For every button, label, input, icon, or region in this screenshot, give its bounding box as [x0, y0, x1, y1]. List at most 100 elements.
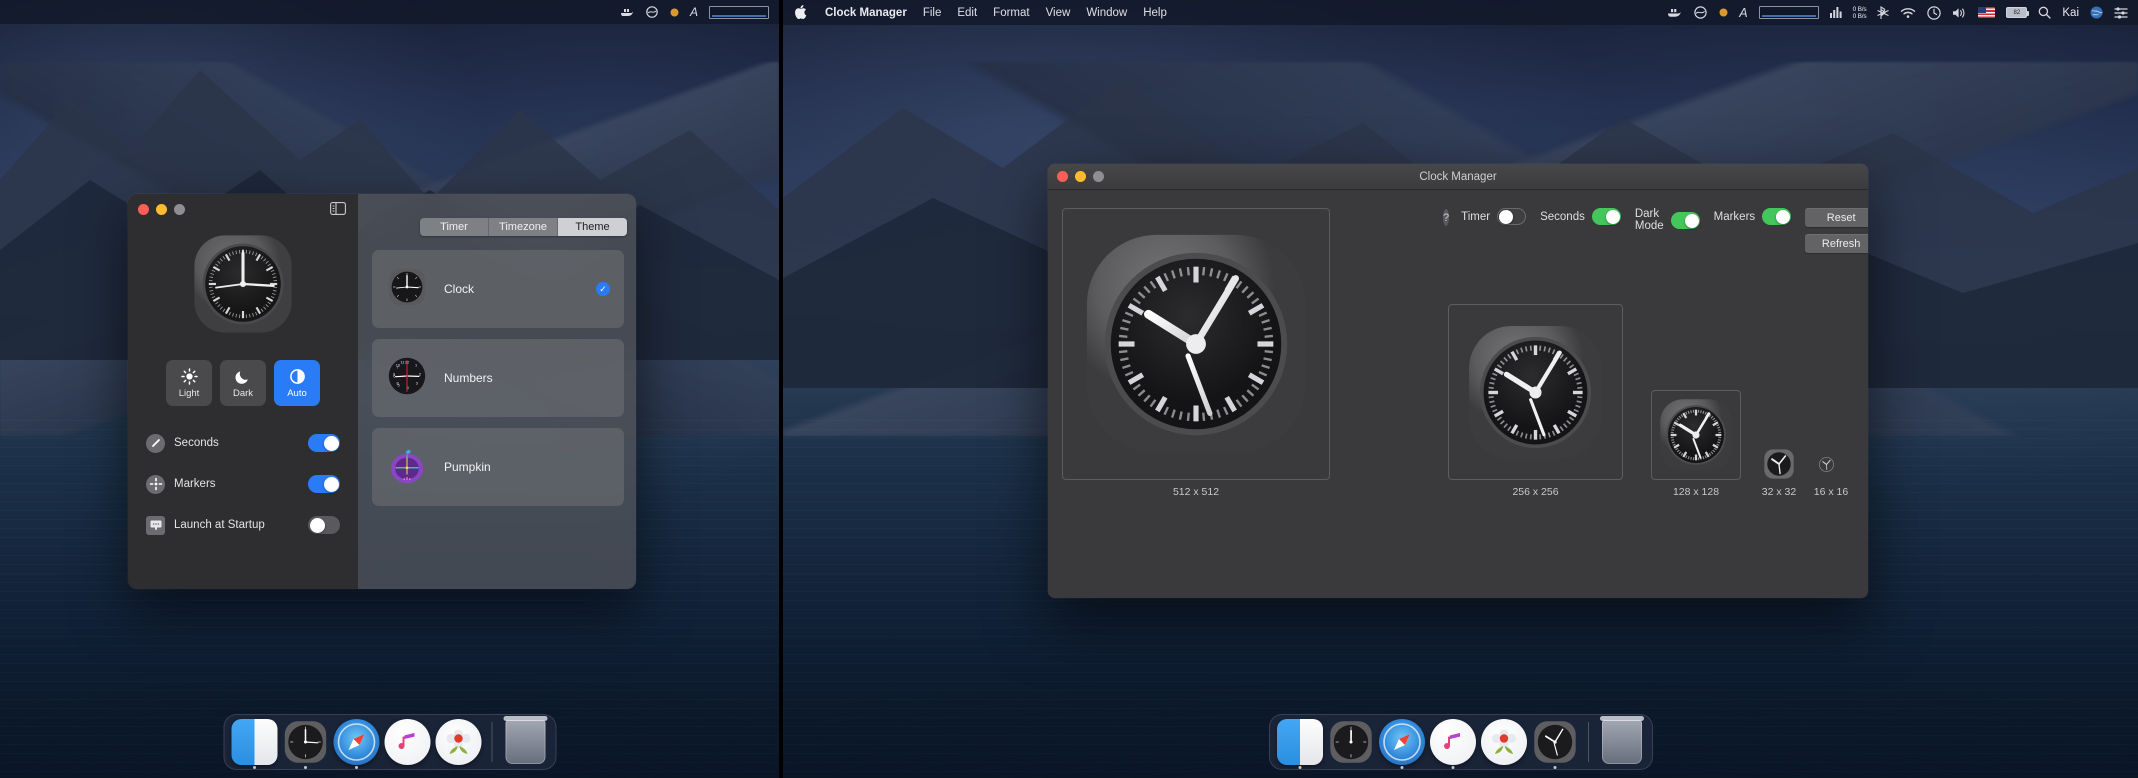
appearance-mode-group[interactable]: Light Dark Auto	[128, 360, 358, 406]
preview-512[interactable]	[1062, 208, 1330, 480]
apple-menu-icon[interactable]	[795, 4, 807, 21]
dock-item-safari[interactable]	[333, 719, 379, 769]
network-rate-icon[interactable]: 0 B/s 0 B/s	[1853, 6, 1867, 20]
search-icon[interactable]	[2038, 6, 2052, 19]
window-traffic-lights[interactable]	[138, 203, 185, 215]
sidebar-toggle-icon[interactable]	[330, 202, 346, 215]
flag-icon[interactable]	[1978, 7, 1996, 18]
dock-item-clock[interactable]	[282, 719, 328, 769]
menu-window[interactable]: Window	[1086, 7, 1127, 19]
dock-item-photos[interactable]	[435, 719, 481, 765]
menu-help[interactable]: Help	[1143, 7, 1167, 19]
toggle-group-dark-mode[interactable]: Dark Mode	[1635, 208, 1700, 232]
help-button[interactable]: ?	[1443, 209, 1450, 226]
menu-file[interactable]: File	[923, 7, 942, 19]
preferences-window[interactable]: Light Dark Auto Seconds Markers Launch a…	[128, 194, 636, 589]
orange-dot-icon[interactable]	[1719, 8, 1728, 17]
dock-item-music[interactable]	[1429, 719, 1476, 769]
orange-dot-icon[interactable]	[670, 8, 679, 17]
markers-icon	[146, 474, 165, 494]
theme-item-clock[interactable]: Clock ✓	[372, 250, 624, 328]
text-input-A-icon[interactable]: A	[1739, 6, 1747, 20]
toggle-group-markers[interactable]: Markers	[1714, 208, 1792, 225]
globe-icon[interactable]	[2090, 6, 2103, 19]
clock-manager-window[interactable]: Clock Manager ? Timer Seconds Dark Mode …	[1048, 164, 1868, 598]
clock-manager-toolbar[interactable]: ? Timer Seconds Dark Mode Markers Reset …	[1443, 208, 1868, 253]
dock-item-finder[interactable]	[231, 719, 277, 769]
menubar-status-items[interactable]: A 0 B/s 0 B/s 82 Kai	[1667, 6, 2138, 20]
clock-manager-actions[interactable]: Reset Refresh	[1805, 208, 1868, 253]
close-button[interactable]	[138, 203, 149, 215]
toggle-markers[interactable]	[308, 475, 340, 493]
battery-icon[interactable]: 82	[2006, 7, 2030, 18]
menubar-right-screen[interactable]: Clock Manager File Edit Format View Wind…	[783, 0, 2138, 25]
dock-item-clock-manager[interactable]	[1532, 719, 1578, 769]
dock-item-finder[interactable]	[1276, 719, 1323, 769]
clock-render-32	[1764, 449, 1794, 479]
toggle-group-seconds[interactable]: Seconds	[1540, 208, 1621, 225]
menubar-left-screen[interactable]: A	[0, 0, 779, 24]
tab-timer[interactable]: Timer	[420, 218, 489, 236]
tab-bar[interactable]: Timer Timezone Theme	[420, 218, 627, 236]
bluetooth-icon[interactable]	[1877, 5, 1890, 20]
dock-item-trash[interactable]	[502, 716, 548, 765]
toggle-markers[interactable]	[1762, 208, 1792, 225]
appearance-option-auto[interactable]: Auto	[274, 360, 320, 406]
dual-screen-desktop: A Light Dark Auto Seconds Markers Launch…	[0, 0, 2138, 778]
docker-icon[interactable]	[620, 7, 634, 18]
toggle-group-timer[interactable]: Timer	[1461, 208, 1527, 225]
wifi-icon[interactable]	[1900, 7, 1916, 19]
cloud-sync-icon[interactable]	[1693, 6, 1708, 19]
refresh-button[interactable]: Refresh	[1805, 234, 1868, 253]
audio-meter-icon[interactable]	[1829, 6, 1842, 19]
menubar-app-menus[interactable]: Clock Manager File Edit Format View Wind…	[783, 4, 1167, 21]
menu-edit[interactable]: Edit	[957, 7, 977, 19]
menu-format[interactable]: Format	[993, 7, 1029, 19]
clock-render-16	[1819, 457, 1834, 472]
maximize-button[interactable]	[174, 203, 185, 215]
reset-button[interactable]: Reset	[1805, 208, 1868, 227]
theme-item-pumpkin[interactable]: Pumpkin	[372, 428, 624, 506]
volume-icon[interactable]	[1952, 7, 1967, 19]
time-machine-icon[interactable]	[1927, 5, 1942, 20]
toggle-launch-at-startup[interactable]	[308, 516, 340, 534]
minimize-button[interactable]	[156, 203, 167, 215]
switch-row-markers[interactable]: Markers	[146, 469, 340, 499]
text-input-A-icon[interactable]: A	[690, 5, 698, 19]
svg-text:3: 3	[416, 381, 418, 385]
svg-text:1: 1	[415, 363, 417, 367]
dock-item-trash[interactable]	[1599, 716, 1645, 765]
preview-16[interactable]	[1818, 456, 1835, 473]
tab-timezone[interactable]: Timezone	[489, 218, 558, 236]
appearance-option-dark[interactable]: Dark	[220, 360, 266, 406]
control-center-icon[interactable]	[2114, 6, 2128, 19]
dock-item-music[interactable]	[384, 719, 430, 765]
switch-row-seconds[interactable]: Seconds	[146, 428, 340, 458]
dock-left-screen[interactable]	[223, 714, 556, 770]
tab-theme[interactable]: Theme	[558, 218, 627, 236]
menu-app-name[interactable]: Clock Manager	[825, 7, 907, 19]
toggle-seconds[interactable]	[308, 434, 340, 452]
dock-right-screen[interactable]	[1268, 714, 1653, 770]
cloud-sync-icon[interactable]	[645, 6, 659, 18]
toggle-dark-mode[interactable]	[1670, 211, 1700, 229]
appearance-option-light[interactable]: Light	[166, 360, 212, 406]
dock-item-photos[interactable]	[1480, 719, 1527, 765]
user-name[interactable]: Kai	[2062, 7, 2079, 19]
dock-item-safari[interactable]	[1378, 719, 1425, 769]
network-box-icon[interactable]	[1758, 6, 1819, 19]
switch-row-launch-at-startup[interactable]: Launch at Startup	[146, 510, 340, 540]
toggle-timer[interactable]	[1497, 208, 1527, 225]
docker-icon[interactable]	[1667, 7, 1682, 19]
dock-item-clock[interactable]	[1328, 719, 1374, 765]
preview-32[interactable]	[1763, 448, 1795, 480]
menu-view[interactable]: View	[1046, 7, 1071, 19]
preview-128[interactable]	[1651, 390, 1741, 480]
theme-item-numbers[interactable]: 1212 345 67 111098 Nu	[372, 339, 624, 417]
prefs-titlebar[interactable]	[128, 194, 358, 224]
network-box-icon[interactable]	[709, 5, 769, 19]
clock-manager-titlebar[interactable]: Clock Manager	[1048, 164, 1868, 190]
toggle-seconds[interactable]	[1591, 208, 1621, 225]
preview-256[interactable]	[1448, 304, 1623, 480]
prefs-switch-list: Seconds Markers Launch at Startup	[128, 428, 358, 540]
